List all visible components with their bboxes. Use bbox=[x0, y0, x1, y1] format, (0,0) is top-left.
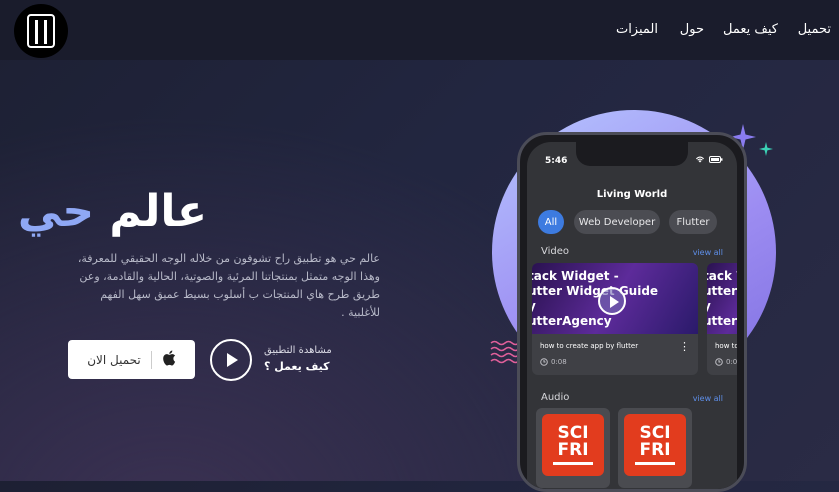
audio-cover-art: SCI FRI bbox=[542, 414, 604, 476]
logo[interactable] bbox=[14, 4, 68, 58]
top-navigation-bar bbox=[0, 0, 839, 60]
hero-title: عالم حي bbox=[18, 186, 207, 237]
play-icon bbox=[227, 353, 238, 367]
play-video-button[interactable] bbox=[210, 339, 252, 381]
cover-underline bbox=[635, 462, 675, 465]
video-caption: how to create bbox=[715, 342, 737, 350]
clock-icon bbox=[540, 358, 548, 366]
nav-download[interactable]: تحميل bbox=[798, 22, 831, 37]
video-card[interactable]: tack W utter W y utterA how to create 0:… bbox=[707, 263, 737, 375]
chip-flutter[interactable]: Flutter bbox=[669, 210, 717, 234]
phone-screen: 5:46 Living World All Web Developer Flut… bbox=[527, 142, 737, 489]
nav-how-it-works[interactable]: كيف يعمل bbox=[723, 22, 778, 37]
battery-icon bbox=[709, 155, 723, 163]
video-card[interactable]: tack Widget - utter Widget Guide y utter… bbox=[532, 263, 698, 375]
video-duration-text: 0:08 bbox=[726, 358, 737, 366]
video-duration: 0:08 bbox=[540, 358, 567, 366]
audio-cover-art: SCI FRI bbox=[624, 414, 686, 476]
cover-text-line-2: FRI bbox=[639, 440, 671, 460]
status-time: 5:46 bbox=[545, 156, 568, 166]
watch-app-label: مشاهدة التطبيق bbox=[264, 345, 332, 356]
video-thumbnail: tack Widget - utter Widget Guide y utter… bbox=[532, 263, 698, 334]
logo-mark-icon bbox=[27, 14, 55, 48]
thumbnail-text: tack Widget - utter Widget Guide y utter… bbox=[532, 269, 659, 328]
thumbnail-play-icon[interactable] bbox=[598, 287, 626, 315]
more-options-icon[interactable]: ⋮ bbox=[679, 341, 690, 352]
hero-title-word-2: حي bbox=[17, 186, 95, 237]
download-button-label: تحميل الان bbox=[87, 352, 141, 367]
nav-features[interactable]: الميزات bbox=[616, 22, 658, 37]
hero-title-word-1: عالم bbox=[109, 186, 207, 237]
audio-view-all-link[interactable]: view all bbox=[693, 394, 723, 403]
audio-section-label: Audio bbox=[541, 392, 570, 403]
chip-web-developer[interactable]: Web Developer bbox=[574, 210, 660, 234]
video-thumbnail: tack W utter W y utterA bbox=[707, 263, 737, 334]
nav-about[interactable]: حول bbox=[680, 22, 704, 37]
audio-card[interactable]: SCI FRI bbox=[618, 408, 692, 488]
phone-mockup: 5:46 Living World All Web Developer Flut… bbox=[517, 132, 747, 492]
video-caption: how to create app by flutter bbox=[540, 342, 639, 350]
phone-notch bbox=[576, 142, 688, 166]
app-title: Living World bbox=[596, 189, 668, 200]
apple-icon bbox=[162, 350, 176, 369]
video-view-all-link[interactable]: view all bbox=[693, 248, 723, 257]
cover-underline bbox=[553, 462, 593, 465]
how-it-works-label: كيف يعمل ؟ bbox=[264, 360, 330, 373]
audio-card[interactable]: SCI FRI bbox=[536, 408, 610, 488]
download-button[interactable]: تحميل الان bbox=[68, 340, 195, 379]
video-duration-text: 0:08 bbox=[551, 358, 567, 366]
wave-lines-icon bbox=[490, 340, 520, 364]
sparkle-small-icon bbox=[759, 142, 773, 156]
thumbnail-text: tack W utter W y utterA bbox=[707, 269, 737, 328]
wifi-icon bbox=[696, 156, 704, 163]
hero-description: عالم حي هو تطبيق راح تشوفون من خلاله الو… bbox=[77, 252, 380, 319]
video-section-label: Video bbox=[541, 246, 570, 257]
button-divider bbox=[150, 350, 152, 369]
status-icons bbox=[695, 155, 723, 163]
cover-text-line-2: FRI bbox=[557, 440, 589, 460]
video-duration: 0:08 bbox=[715, 358, 737, 366]
clock-icon bbox=[715, 358, 723, 366]
chip-all[interactable]: All bbox=[538, 210, 564, 234]
